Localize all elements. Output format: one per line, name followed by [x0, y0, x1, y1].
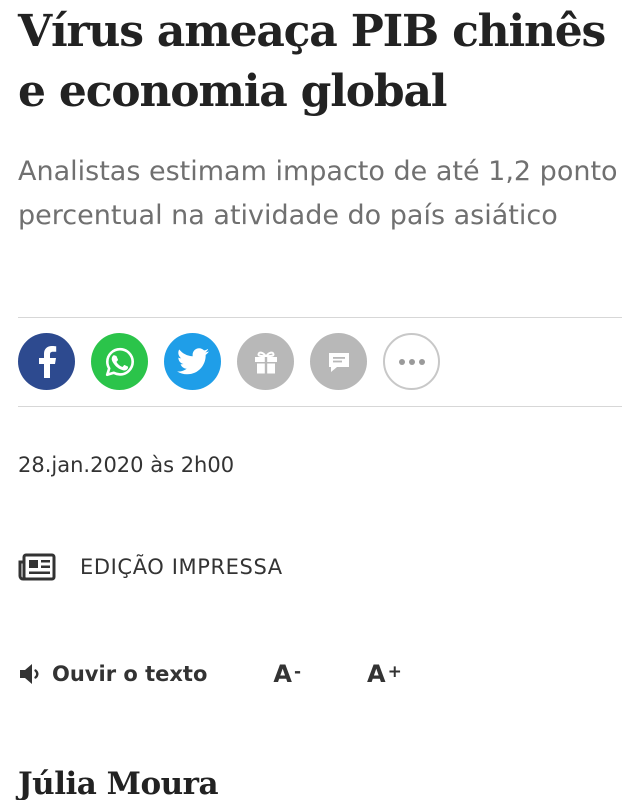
share-bar-bottom-divider: [18, 406, 622, 407]
gift-icon: [254, 351, 277, 374]
twitter-icon: [176, 348, 209, 375]
more-icon: [398, 358, 425, 365]
more-share-options-button[interactable]: [383, 333, 440, 390]
increase-font-button[interactable]: A +: [367, 660, 402, 688]
listen-text-label: Ouvir o texto: [52, 662, 208, 686]
share-facebook-button[interactable]: [18, 333, 75, 390]
share-bar: [18, 333, 440, 391]
whatsapp-icon: [105, 347, 134, 376]
speaker-icon: [20, 664, 39, 684]
print-edition-label: EDIÇÃO IMPRESSA: [80, 555, 283, 579]
comment-icon: [328, 352, 349, 372]
listen-text-button[interactable]: Ouvir o texto: [18, 662, 207, 686]
share-twitter-button[interactable]: [164, 333, 221, 390]
print-edition-link[interactable]: EDIÇÃO IMPRESSA: [18, 550, 283, 584]
decrease-font-button[interactable]: A-: [273, 660, 301, 688]
article-subtitle: Analistas estimam impacto de até 1,2 pon…: [18, 156, 618, 231]
newspaper-icon: [18, 553, 56, 581]
facebook-icon: [38, 345, 56, 378]
comments-button[interactable]: [310, 333, 367, 390]
share-whatsapp-button[interactable]: [91, 333, 148, 390]
share-bar-top-divider: [18, 317, 622, 318]
gift-article-button[interactable]: [237, 333, 294, 390]
article-dateline: 28.jan.2020 às 2h00: [18, 453, 235, 477]
audio-controls: Ouvir o texto A- A +: [18, 656, 402, 692]
article-author[interactable]: Júlia Moura: [18, 764, 219, 800]
article-headline: Vírus ameaça PIB chinês e economia globa…: [18, 6, 606, 117]
